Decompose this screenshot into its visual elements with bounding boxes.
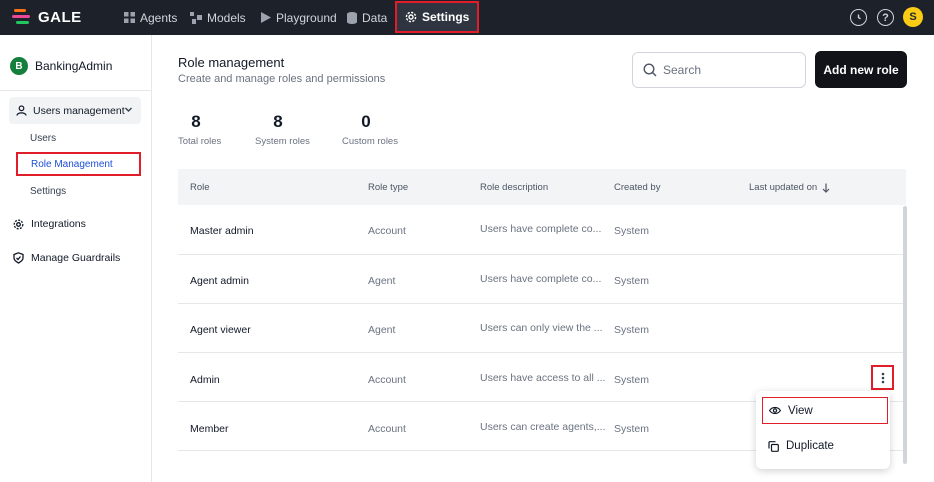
table-row[interactable]: Agent admin Agent Users have complete co… bbox=[178, 255, 906, 304]
org-avatar: B bbox=[10, 57, 28, 75]
user-avatar[interactable]: S bbox=[903, 7, 923, 27]
cell-role: Agent admin bbox=[190, 275, 249, 287]
help-icon[interactable]: ? bbox=[877, 9, 894, 26]
org-switcher[interactable]: B BankingAdmin bbox=[10, 57, 112, 75]
row-actions-menu: View Duplicate bbox=[756, 391, 890, 469]
sidebar-item-settings[interactable]: Settings bbox=[30, 186, 66, 197]
cell-role-description: Users can create agents,... bbox=[480, 421, 606, 433]
add-new-role-button[interactable]: Add new role bbox=[815, 51, 907, 88]
stat-custom-roles: 0 Custom roles bbox=[342, 112, 398, 147]
sidebar: B BankingAdmin Users management Users Ro… bbox=[0, 35, 152, 482]
grid-icon bbox=[124, 12, 135, 23]
search-icon bbox=[643, 63, 657, 77]
cell-created-by: System bbox=[614, 423, 650, 435]
stat-value: 0 bbox=[361, 112, 371, 131]
nav-playground[interactable]: Playground bbox=[261, 0, 337, 35]
nav-agents-label: Agents bbox=[140, 10, 178, 25]
gale-logo-icon bbox=[12, 8, 32, 26]
stat-value: 8 bbox=[191, 112, 201, 131]
stat-label: System roles bbox=[255, 136, 310, 147]
more-vertical-icon bbox=[881, 372, 884, 383]
database-icon bbox=[347, 11, 357, 24]
cell-role-description: Users have complete co... bbox=[480, 273, 602, 285]
sidebar-divider bbox=[0, 90, 151, 91]
cell-role-type: Account bbox=[368, 423, 406, 435]
nav-settings[interactable]: Settings bbox=[395, 1, 480, 33]
shield-icon bbox=[13, 252, 24, 264]
menu-item-label: Duplicate bbox=[786, 440, 834, 452]
logo-text: GALE bbox=[38, 8, 82, 26]
cell-role-type: Account bbox=[368, 225, 406, 237]
cell-role: Member bbox=[190, 423, 229, 435]
cell-role-description: Users can only view the ... bbox=[480, 322, 603, 334]
gale-logo[interactable]: GALE bbox=[12, 8, 82, 26]
column-header-role-type[interactable]: Role type bbox=[368, 182, 408, 193]
org-name: BankingAdmin bbox=[35, 59, 113, 73]
models-icon bbox=[190, 11, 202, 24]
search-box[interactable] bbox=[632, 52, 806, 88]
column-header-role[interactable]: Role bbox=[190, 182, 210, 193]
nav-agents[interactable]: Agents bbox=[124, 0, 177, 35]
stat-label: Total roles bbox=[178, 136, 222, 147]
stat-total-roles: 8 Total roles bbox=[178, 112, 222, 147]
play-icon bbox=[261, 12, 271, 23]
sidebar-group-label: Users management bbox=[33, 104, 125, 117]
sidebar-item-role-management[interactable]: Role Management bbox=[16, 152, 141, 176]
column-header-role-description[interactable]: Role description bbox=[480, 182, 548, 193]
clock-icon[interactable] bbox=[850, 9, 867, 26]
nav-data[interactable]: Data bbox=[347, 0, 387, 35]
sidebar-item-label: Integrations bbox=[31, 218, 86, 230]
user-icon bbox=[16, 105, 27, 116]
cell-role: Admin bbox=[190, 374, 220, 386]
stat-system-roles: 8 System roles bbox=[255, 112, 310, 147]
table-row[interactable]: Agent viewer Agent Users can only view t… bbox=[178, 304, 906, 353]
sidebar-item-users[interactable]: Users bbox=[30, 133, 56, 144]
sort-down-arrow-icon bbox=[822, 183, 830, 193]
column-header-created-by[interactable]: Created by bbox=[614, 182, 660, 193]
menu-item-view[interactable]: View bbox=[762, 397, 888, 424]
nav-playground-label: Playground bbox=[276, 10, 337, 25]
nav-settings-label: Settings bbox=[422, 10, 470, 24]
cell-role-description: Users have access to all ... bbox=[480, 372, 606, 384]
page-subtitle: Create and manage roles and permissions bbox=[178, 73, 386, 85]
cell-role-description: Users have complete co... bbox=[480, 223, 602, 235]
menu-item-duplicate[interactable]: Duplicate bbox=[768, 440, 834, 452]
row-actions-button[interactable] bbox=[871, 365, 894, 390]
table-row[interactable]: Master admin Account Users have complete… bbox=[178, 206, 906, 255]
gear-icon bbox=[405, 11, 417, 23]
sidebar-item-manage-guardrails[interactable]: Manage Guardrails bbox=[13, 252, 120, 264]
nav-models-label: Models bbox=[207, 10, 246, 25]
sidebar-item-label: Manage Guardrails bbox=[31, 252, 121, 264]
page-title: Role management bbox=[178, 55, 285, 70]
cell-created-by: System bbox=[614, 275, 650, 287]
table-scrollbar[interactable] bbox=[903, 206, 907, 464]
cell-role: Master admin bbox=[190, 225, 254, 237]
cell-role-type: Account bbox=[368, 374, 406, 386]
table-header: Role Role type Role description Created … bbox=[178, 169, 906, 205]
column-header-last-updated[interactable]: Last updated on bbox=[749, 182, 830, 193]
top-navigation-bar: GALE Agents Models Playground Data Setti… bbox=[0, 0, 934, 35]
sidebar-group-users-management[interactable]: Users management bbox=[9, 97, 141, 124]
gear-icon bbox=[13, 219, 24, 229]
column-header-label: Last updated on bbox=[749, 182, 818, 193]
cell-role-type: Agent bbox=[368, 275, 396, 287]
stat-value: 8 bbox=[273, 112, 283, 131]
copy-icon bbox=[768, 440, 779, 452]
chevron-down-icon bbox=[125, 107, 132, 112]
search-input[interactable] bbox=[663, 63, 793, 77]
cell-role-type: Agent bbox=[368, 324, 396, 336]
eye-icon bbox=[769, 406, 781, 415]
sidebar-item-integrations[interactable]: Integrations bbox=[13, 218, 86, 230]
cell-created-by: System bbox=[614, 324, 650, 336]
cell-created-by: System bbox=[614, 374, 650, 386]
cell-created-by: System bbox=[614, 225, 650, 237]
cell-role: Agent viewer bbox=[190, 324, 251, 336]
nav-models[interactable]: Models bbox=[190, 0, 246, 35]
stat-label: Custom roles bbox=[342, 136, 398, 147]
nav-data-label: Data bbox=[362, 10, 388, 25]
menu-item-label: View bbox=[788, 404, 813, 417]
